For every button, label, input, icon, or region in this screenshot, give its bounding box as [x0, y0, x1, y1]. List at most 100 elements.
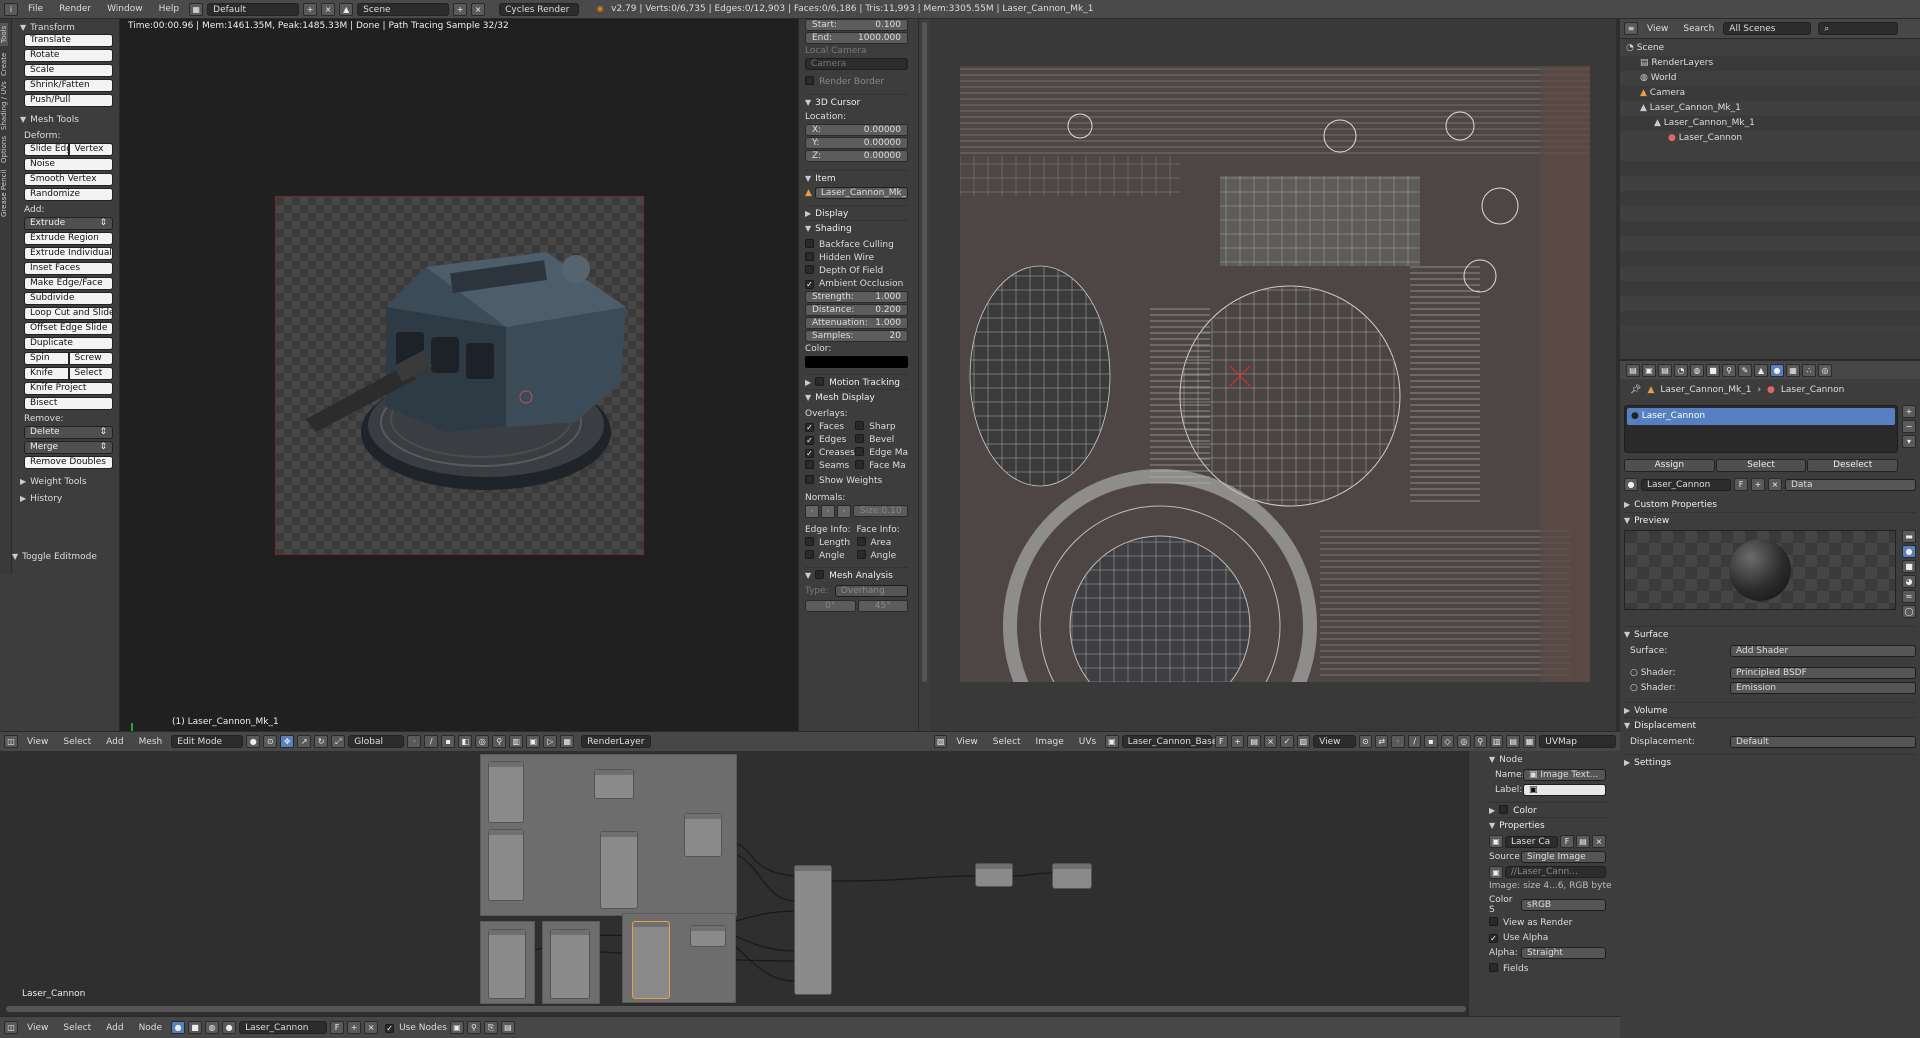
cursor-x-field[interactable]: X: 0.00000	[805, 124, 908, 136]
local-camera-field[interactable]: Camera	[805, 58, 908, 70]
clip-start-field[interactable]: Start: 0.100	[805, 19, 908, 31]
menu-file[interactable]: File	[22, 4, 49, 14]
edge-length-checkbox[interactable]: Length	[805, 537, 857, 550]
overlay-edge-marks-checkbox[interactable]: Edge Ma	[855, 447, 908, 460]
node-image-open-icon[interactable]: ▤	[1576, 835, 1590, 848]
uv-image-menu[interactable]: Image	[1030, 737, 1070, 747]
transform-orientation-dropdown[interactable]: Global	[348, 735, 405, 748]
menu-render[interactable]: Render	[53, 4, 97, 14]
image-source-dropdown[interactable]: Single Image	[1521, 851, 1606, 863]
duplicate-button[interactable]: Duplicate	[24, 337, 113, 350]
material-link-dropdown[interactable]: Data	[1785, 478, 1916, 491]
unlink-material-icon[interactable]: ×	[1768, 478, 1782, 491]
shader-2-field[interactable]: Emission	[1730, 682, 1916, 694]
translate-button[interactable]: Translate	[24, 34, 113, 47]
browse-image-icon[interactable]: ▣	[1105, 735, 1119, 748]
face-select-icon[interactable]: ▪	[441, 735, 456, 748]
color-space-dropdown[interactable]: sRGB	[1521, 899, 1606, 911]
render-layer-field[interactable]: RenderLayer	[581, 735, 652, 748]
outliner-row-render-layers[interactable]: ▤ RenderLayers	[1620, 56, 1920, 71]
menu-help[interactable]: Help	[153, 4, 186, 14]
outliner-row-laser-cannon-mesh[interactable]: ▲ Laser_Cannon_Mk_1	[1620, 116, 1920, 131]
ambient-occlusion-checkbox[interactable]: ✓ Ambient Occlusion	[805, 278, 908, 291]
node-editor-type-icon[interactable]: ◫	[4, 1021, 18, 1034]
uvmap-icon[interactable]: ▦	[1522, 735, 1537, 748]
uv-mode-dropdown[interactable]: View	[1313, 735, 1356, 748]
item-panel-header[interactable]: ▼ Item	[805, 170, 908, 185]
properties-editor-type-icon[interactable]: ▤	[1626, 363, 1640, 377]
physics-tab-icon[interactable]: ◎	[1818, 363, 1832, 377]
material-slot-list[interactable]: ● Laser_Cannon	[1624, 405, 1898, 453]
slot-menu-icon[interactable]: ▾	[1902, 435, 1916, 448]
material-browse-icon[interactable]: ●	[222, 1021, 237, 1034]
uv-display-icon[interactable]: ▤	[1506, 735, 1520, 748]
scene-icon[interactable]: ▲	[339, 2, 354, 16]
3d-cursor-panel-header[interactable]: ▼ 3D Cursor	[805, 94, 908, 109]
use-alpha-checkbox[interactable]: ✓ Use Alpha	[1489, 932, 1606, 945]
node-image-fake-user-icon[interactable]: F	[1560, 835, 1574, 848]
mix-node[interactable]	[594, 769, 634, 799]
view-as-render-checkbox[interactable]: View as Render	[1489, 917, 1606, 930]
outliner-row-camera[interactable]: ▲ Camera	[1620, 86, 1920, 101]
uv-sync-icon[interactable]: ⇄	[1375, 735, 1389, 748]
world-nodes-icon[interactable]: ◍	[205, 1021, 220, 1034]
animation-render-icon[interactable]: ▷	[543, 735, 558, 748]
face-area-checkbox[interactable]: Area	[856, 537, 909, 550]
preview-panel-header[interactable]: ▼ Preview	[1624, 512, 1916, 527]
pin-icon[interactable]: 📌︎	[1630, 385, 1641, 395]
browse-material-icon[interactable]: ●	[1624, 478, 1638, 491]
uv-proportional-icon[interactable]: ◎	[1457, 735, 1471, 748]
noise-button[interactable]: Noise	[24, 158, 113, 171]
mesh-analysis-panel-header[interactable]: ▼ Mesh Analysis	[805, 567, 908, 582]
rotate-button[interactable]: Rotate	[24, 49, 113, 62]
backface-culling-checkbox[interactable]: Backface Culling	[805, 239, 908, 252]
item-name-field[interactable]: Laser_Cannon_Mk_1	[814, 187, 908, 199]
node-image-unlink-icon[interactable]: ×	[1592, 835, 1606, 848]
browse-image-node-icon[interactable]: ▣	[1489, 835, 1503, 848]
object-nodes-icon[interactable]: ■	[188, 1021, 203, 1034]
bump-node[interactable]	[600, 831, 638, 909]
depth-of-field-checkbox[interactable]: Depth Of Field	[805, 265, 908, 278]
overlay-bevel-checkbox[interactable]: Bevel	[855, 434, 908, 447]
outliner-row-laser-cannon-material[interactable]: ● Laser_Cannon	[1620, 131, 1920, 146]
uv-select-menu[interactable]: Select	[987, 737, 1027, 747]
particles-tab-icon[interactable]: ∴	[1802, 363, 1816, 377]
mesh-tools-panel-header[interactable]: ▼ Mesh Tools	[20, 113, 113, 126]
manipulator-icon[interactable]: ✥	[280, 735, 295, 748]
overlay-faces-checkbox[interactable]: ✓ Faces	[805, 421, 855, 434]
preview-sphere-icon[interactable]: ●	[1902, 545, 1916, 558]
cursor-z-field[interactable]: Z: 0.00000	[805, 150, 908, 162]
clip-end-field[interactable]: End: 1000.000	[805, 32, 908, 44]
inset-faces-button[interactable]: Inset Faces	[24, 262, 113, 275]
uv-vertex-select-icon[interactable]: ·	[1391, 735, 1405, 748]
open-image-icon[interactable]: ▤	[1247, 735, 1261, 748]
opengl-render-icon[interactable]: ▣	[526, 735, 541, 748]
display-panel-header[interactable]: ▶ Display	[805, 205, 908, 220]
material-tab-icon[interactable]: ●	[1770, 363, 1784, 377]
hidden-wire-checkbox[interactable]: Hidden Wire	[805, 252, 908, 265]
outliner-view-menu[interactable]: View	[1641, 24, 1674, 34]
overlay-edges-checkbox[interactable]: ✓ Edges	[805, 434, 855, 447]
node-new-material-icon[interactable]: +	[347, 1021, 362, 1034]
tab-options[interactable]: Options	[0, 136, 8, 163]
editor-type-icon[interactable]: i	[4, 2, 18, 16]
uvmap-field[interactable]: UVMap	[1539, 735, 1616, 748]
extrude-individual-button[interactable]: Extrude Individual	[24, 247, 113, 260]
uv-channel-icon[interactable]: ▥	[1489, 735, 1504, 748]
spin-button[interactable]: Spin	[24, 352, 69, 365]
custom-properties-panel-header[interactable]: ▶ Custom Properties	[1624, 497, 1916, 512]
3d-select-menu[interactable]: Select	[57, 737, 97, 747]
history-panel-header[interactable]: ▶ History	[20, 492, 113, 505]
preview-monkey-icon[interactable]: ◕	[1902, 575, 1916, 588]
object-tab-icon[interactable]: ■	[1706, 363, 1720, 377]
cursor-y-field[interactable]: Y: 0.00000	[805, 137, 908, 149]
assign-material-button[interactable]: Assign	[1624, 459, 1715, 472]
displacement-panel-header[interactable]: ▼ Displacement	[1624, 717, 1916, 732]
backdrop-icon[interactable]: ▣	[449, 1021, 464, 1034]
image-path-icon[interactable]: ▣	[1489, 866, 1503, 879]
image-texture-node[interactable]	[488, 929, 526, 999]
3d-view-menu[interactable]: View	[21, 737, 54, 747]
menu-window[interactable]: Window	[101, 4, 149, 14]
alpha-mode-dropdown[interactable]: Straight	[1521, 947, 1606, 959]
tab-create[interactable]: Create	[0, 52, 8, 75]
